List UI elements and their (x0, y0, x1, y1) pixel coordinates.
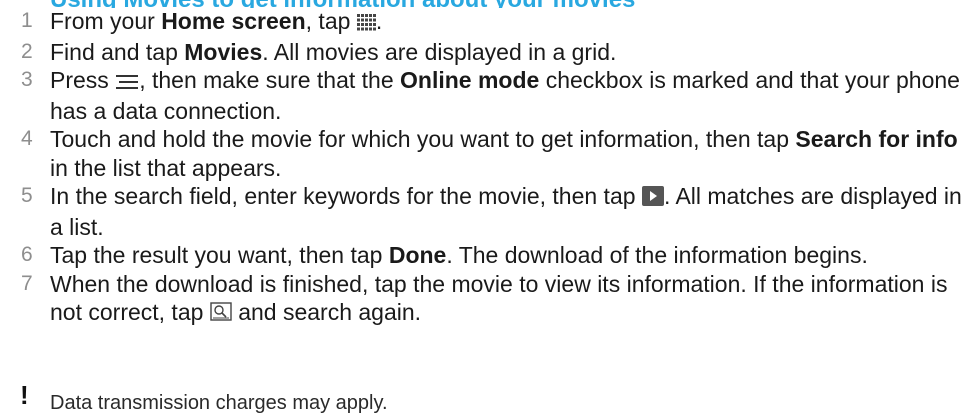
step-text: Tap the result you want, then tap Done. … (50, 242, 868, 268)
steps-list: 1 From your Home screen, tap . 2 Find an… (0, 7, 976, 329)
search-again-icon (210, 300, 232, 329)
step-text: When the download is finished, tap the m… (50, 271, 947, 326)
step-6: 6 Tap the result you want, then tap Done… (0, 241, 976, 270)
step-5: 5 In the search field, enter keywords fo… (0, 182, 976, 241)
note: ! Data transmission charges may apply. (0, 382, 976, 414)
home-screen-label: Home screen (161, 8, 306, 34)
step-text: Find and tap Movies. All movies are disp… (50, 38, 617, 65)
step-number: 5 (21, 184, 33, 207)
step-text: Touch and hold the movie for which you w… (50, 126, 958, 181)
play-icon (641, 184, 664, 213)
exclamation-icon: ! (20, 380, 29, 410)
step-3: 3 Press , then make sure that the Online… (0, 66, 976, 125)
step-2: 2 Find and tap Movies. All movies are di… (0, 38, 976, 67)
done-label: Done (388, 242, 447, 268)
app-grid-icon (356, 9, 376, 38)
step-number: 6 (21, 243, 33, 266)
step-number: 7 (21, 271, 33, 295)
movies-label: Movies (184, 38, 263, 65)
step-4: 4 Touch and hold the movie for which you… (0, 125, 976, 182)
step-number: 4 (21, 127, 33, 150)
step-7: 7 When the download is finished, tap the… (0, 270, 976, 329)
step-number: 1 (21, 9, 33, 32)
step-1: 1 From your Home screen, tap . (0, 7, 976, 38)
step-text: From your Home screen, tap . (50, 8, 382, 34)
note-text: Data transmission charges may apply. (50, 392, 388, 414)
search-for-info-label: Search for info (795, 126, 958, 152)
step-number: 2 (21, 39, 33, 63)
step-number: 3 (21, 68, 33, 91)
menu-icon (115, 68, 139, 97)
online-mode-label: Online mode (400, 67, 540, 93)
step-text: In the search field, enter keywords for … (50, 183, 962, 240)
step-text: Press , then make sure that the Online m… (50, 67, 960, 124)
